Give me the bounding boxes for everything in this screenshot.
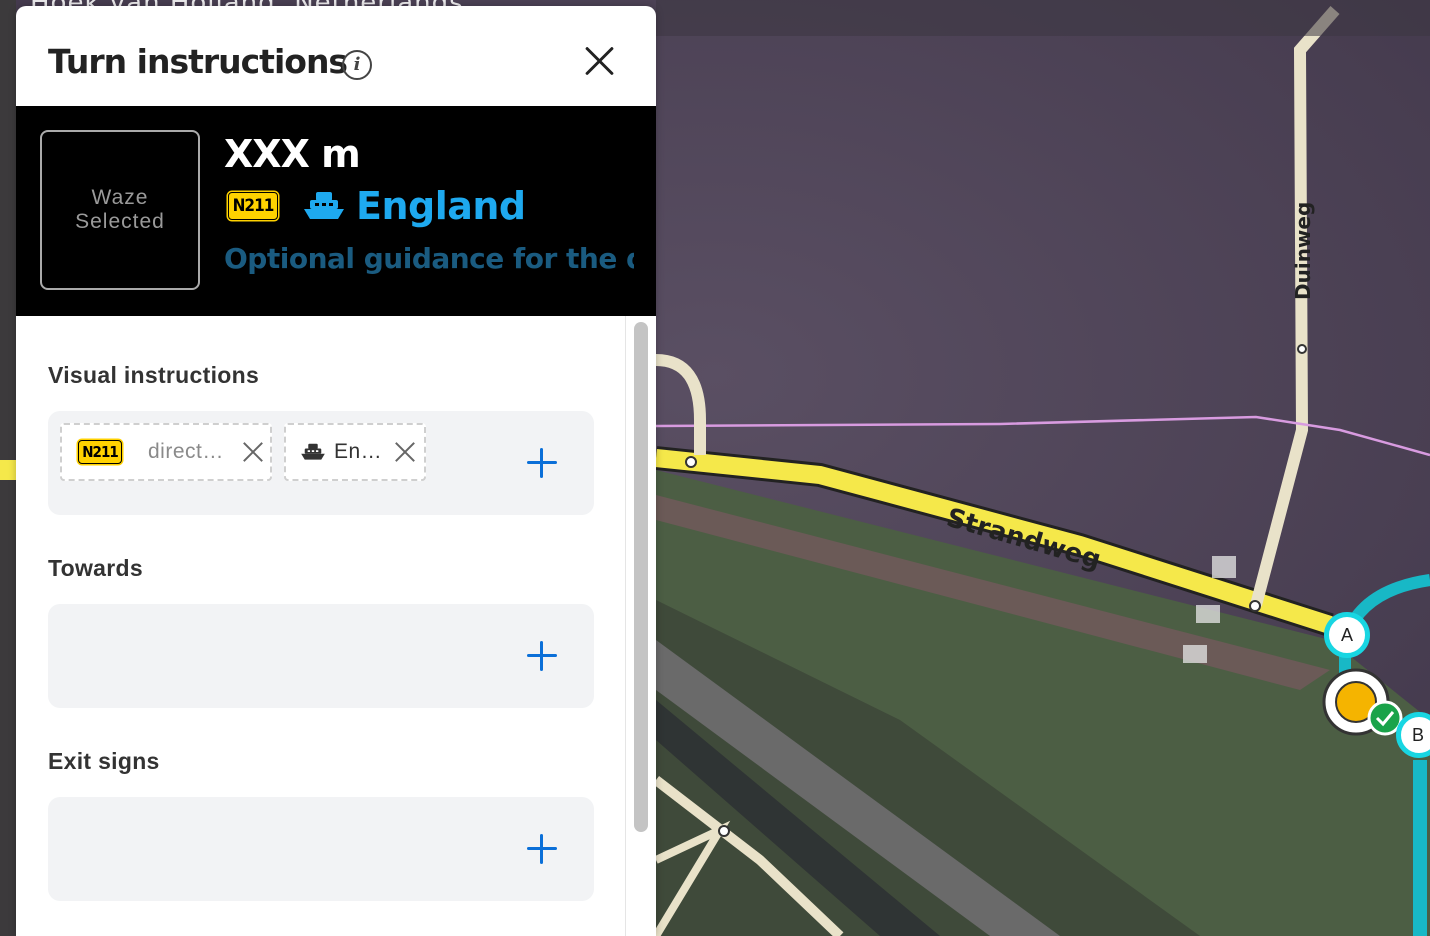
instruction-preview: Waze Selected XXX m N211 England Optiona… (16, 106, 656, 316)
road-shield-n211: N211 (228, 192, 278, 220)
panel-title: Turn instructions (48, 42, 348, 81)
visual-instructions-box: N211 direct… En… (48, 411, 594, 515)
icon-box-text-line1: Waze (91, 186, 149, 209)
chip-remove-icon[interactable] (242, 441, 264, 463)
chip-remove-icon[interactable] (394, 441, 416, 463)
panel-scrollbar[interactable] (625, 316, 656, 936)
add-exit-sign-button[interactable] (518, 825, 566, 873)
chip-road-direction[interactable]: N211 direct… (60, 423, 272, 481)
preview-direction-line: N211 England (228, 184, 526, 228)
chip-text: direct… (148, 440, 224, 463)
towards-box (48, 604, 594, 708)
ferry-icon (301, 443, 325, 460)
chip-text: En… (334, 440, 383, 463)
exit-signs-box (48, 797, 594, 901)
towards-title: Towards (48, 555, 143, 581)
instruction-icon-box[interactable]: Waze Selected (40, 130, 200, 290)
scroll-thumb[interactable] (634, 322, 648, 832)
turn-instructions-panel: Turn instructions i Waze Selected XXX m … (16, 6, 656, 936)
icon-box-text-line2: Selected (75, 210, 165, 233)
panel-header: Turn instructions i (16, 6, 656, 107)
add-towards-button[interactable] (518, 632, 566, 680)
close-icon[interactable] (582, 44, 616, 78)
map-topbar (656, 0, 1430, 36)
add-visual-instruction-button[interactable] (518, 439, 566, 487)
chip-ferry-destination[interactable]: En… (284, 423, 426, 481)
panel-body: Visual instructions N211 direct… En… Tow… (16, 316, 656, 936)
road-label-duinweg: Duinweg (1291, 202, 1315, 300)
preview-guidance-text: Optional guidance for the dri (224, 242, 634, 275)
exit-signs-title: Exit signs (48, 748, 160, 774)
preview-distance: XXX m (224, 132, 361, 176)
visual-instructions-title: Visual instructions (48, 362, 260, 388)
info-icon[interactable]: i (342, 50, 372, 80)
pin-a[interactable]: A (1324, 612, 1370, 658)
ferry-icon (304, 192, 344, 219)
chip-road-shield: N211 (78, 440, 122, 464)
preview-destination: England (356, 184, 526, 228)
